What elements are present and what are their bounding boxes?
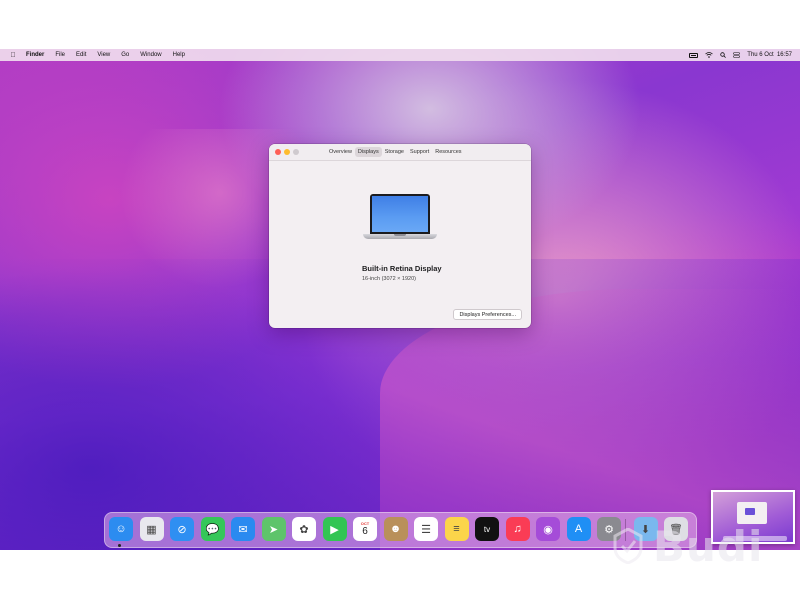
safari-icon[interactable]: ⊘	[170, 517, 194, 541]
about-this-mac-window: Overview Displays Storage Support Resour…	[269, 144, 531, 328]
notes-icon[interactable]: ≡	[444, 517, 469, 541]
minimize-window-button[interactable]	[284, 149, 290, 155]
reminders-icon[interactable]: ☰	[414, 517, 438, 541]
spotlight-search-icon[interactable]	[720, 52, 727, 58]
battery-icon[interactable]	[689, 52, 699, 58]
watermark-logo: Budi	[613, 522, 773, 572]
photos-icon[interactable]: ✿	[292, 517, 316, 541]
contacts-icon[interactable]: ☻	[383, 517, 408, 541]
menu-file[interactable]: File	[55, 52, 65, 58]
close-window-button[interactable]	[275, 149, 281, 155]
calendar-icon[interactable]: OCT 6	[353, 517, 377, 541]
mail-icon[interactable]: ✉	[231, 517, 255, 541]
watermark-text: Budi	[653, 522, 764, 571]
menu-view[interactable]: View	[97, 52, 110, 58]
displays-preferences-button[interactable]: Displays Preferences...	[453, 309, 522, 320]
menu-clock[interactable]: Thu 6 Oct 16:57	[747, 52, 792, 58]
running-indicator	[118, 544, 121, 547]
maps-icon[interactable]: ➤	[261, 517, 286, 541]
messages-icon[interactable]: 💬	[200, 517, 225, 541]
menu-go[interactable]: Go	[121, 52, 129, 58]
menu-bar:  Finder File Edit View Go Window Help T…	[0, 49, 800, 61]
menu-help[interactable]: Help	[173, 52, 185, 58]
zoom-window-button[interactable]	[293, 149, 299, 155]
facetime-icon[interactable]: ▶	[322, 517, 347, 541]
launchpad-icon[interactable]: ▦	[139, 517, 164, 541]
dock: ☺ ▦ ⊘ 💬 ✉ ➤ ✿ ▶ OCT 6 ☻ ☰ ≡ tv ♫ ◉ A ⚙ ⬇ 🗑	[104, 512, 697, 548]
tab-storage[interactable]: Storage	[382, 147, 407, 157]
menu-window[interactable]: Window	[140, 52, 161, 58]
app-store-icon[interactable]: A	[566, 517, 591, 541]
control-center-icon[interactable]	[733, 52, 741, 58]
display-resolution: 16-inch (3072 × 1920)	[362, 276, 416, 282]
display-name: Built-in Retina Display	[362, 264, 442, 273]
shield-logo-icon	[613, 528, 643, 564]
podcasts-icon[interactable]: ◉	[536, 517, 560, 541]
music-icon[interactable]: ♫	[505, 517, 530, 541]
finder-icon[interactable]: ☺	[109, 517, 133, 541]
apple-tv-icon[interactable]: tv	[475, 517, 499, 541]
menu-finder[interactable]: Finder	[26, 52, 44, 58]
window-tabs: Overview Displays Storage Support Resour…	[326, 147, 465, 157]
apple-logo-icon[interactable]: 	[8, 52, 18, 59]
wifi-icon[interactable]	[705, 52, 714, 58]
menu-edit[interactable]: Edit	[76, 52, 86, 58]
tab-resources[interactable]: Resources	[432, 147, 464, 157]
window-titlebar[interactable]: Overview Displays Storage Support Resour…	[269, 144, 531, 161]
tab-overview[interactable]: Overview	[326, 147, 355, 157]
tab-displays[interactable]: Displays	[354, 147, 382, 157]
macbook-display-icon	[363, 194, 437, 242]
tab-support[interactable]: Support	[407, 147, 432, 157]
